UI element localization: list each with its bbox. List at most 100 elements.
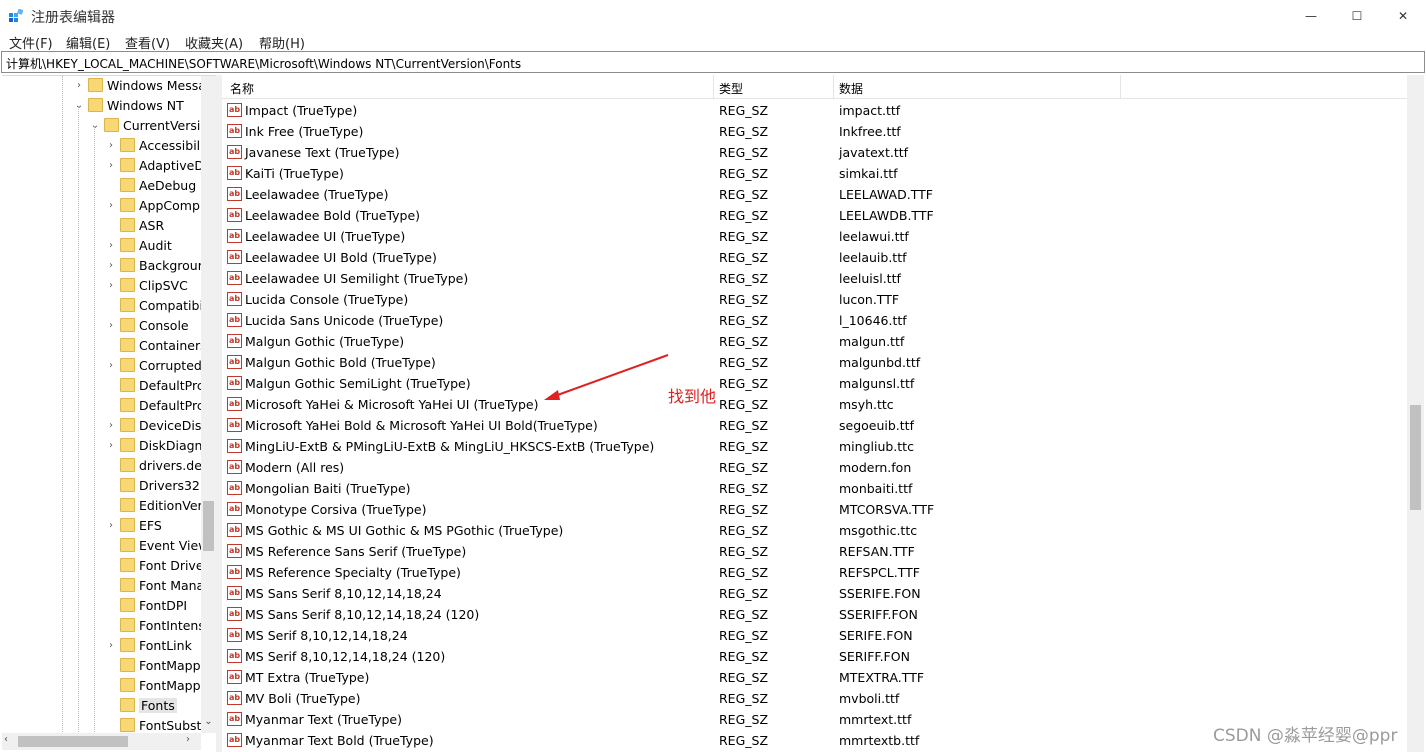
close-button[interactable]: ✕ <box>1380 0 1426 32</box>
tree-item[interactable]: › EFS <box>2 516 201 536</box>
value-row[interactable]: ab Mongolian Baiti (TrueType) REG_SZ monbai… <box>222 478 1407 499</box>
address-bar[interactable]: 计算机\HKEY_LOCAL_MACHINE\SOFTWARE\Microsof… <box>1 51 1425 73</box>
value-row[interactable]: ab MT Extra (TrueType) REG_SZ MTEXTRA.TTF <box>222 667 1407 688</box>
chevron-right-icon[interactable] <box>106 719 116 733</box>
chevron-left-icon[interactable]: ‹ <box>4 734 8 745</box>
tree-item[interactable]: › FontLink <box>2 636 201 656</box>
chevron-right-icon[interactable] <box>106 619 116 633</box>
column-type-header[interactable]: 类型 <box>719 80 743 97</box>
chevron-right-icon[interactable] <box>106 499 116 513</box>
value-row[interactable]: ab Leelawadee UI Bold (TrueType) REG_SZ lee… <box>222 247 1407 268</box>
value-row[interactable]: ab MS Sans Serif 8,10,12,14,18,24 (120) RE… <box>222 604 1407 625</box>
value-row[interactable]: ab Leelawadee Bold (TrueType) REG_SZ LEELAW… <box>222 205 1407 226</box>
chevron-right-icon[interactable]: › <box>106 359 116 373</box>
tree-item[interactable]: › Accessibili <box>2 136 204 156</box>
chevron-right-icon[interactable] <box>106 699 116 713</box>
value-row[interactable]: ab Modern (All res) REG_SZ modern.fon <box>222 457 1407 478</box>
chevron-down-icon[interactable]: ⌄ <box>90 119 100 133</box>
value-row[interactable]: ab Lucida Console (TrueType) REG_SZ lucon.T… <box>222 289 1407 310</box>
tree-item[interactable]: FontMapp <box>2 676 201 696</box>
menu-view[interactable]: 查看(V) <box>125 33 170 52</box>
chevron-down-icon[interactable]: ⌄ <box>201 716 216 733</box>
chevron-right-icon[interactable] <box>106 559 116 573</box>
column-divider[interactable] <box>833 75 834 99</box>
tree-item[interactable]: › Console <box>2 316 201 336</box>
tree-item[interactable]: FontDPI <box>2 596 201 616</box>
tree-item[interactable]: ⌄ CurrentVersio <box>2 116 208 136</box>
tree-item[interactable]: › AdaptiveD <box>2 156 204 176</box>
value-row[interactable]: ab MS Serif 8,10,12,14,18,24 (120) REG_SZ S… <box>222 646 1407 667</box>
chevron-right-icon[interactable] <box>106 379 116 393</box>
value-row[interactable]: ab MingLiU-ExtB & PMingLiU-ExtB & MingLiU… <box>222 436 1407 457</box>
chevron-down-icon[interactable]: ⌄ <box>74 99 84 113</box>
value-row[interactable]: ab Malgun Gothic SemiLight (TrueType) REG_… <box>222 373 1407 394</box>
tree-item[interactable]: Font Drive <box>2 556 204 576</box>
list-vertical-scrollbar[interactable] <box>1407 75 1424 752</box>
tree-item[interactable]: › DiskDiagn <box>2 436 202 456</box>
value-row[interactable]: ab MV Boli (TrueType) REG_SZ mvboli.ttf <box>222 688 1407 709</box>
tree-item[interactable]: drivers.de <box>2 456 202 476</box>
value-row[interactable]: ab Javanese Text (TrueType) REG_SZ javatext… <box>222 142 1407 163</box>
chevron-right-icon[interactable]: › <box>74 79 84 93</box>
chevron-right-icon[interactable] <box>106 679 116 693</box>
chevron-right-icon[interactable] <box>106 479 116 493</box>
value-row[interactable]: ab Microsoft YaHei Bold & Microsoft YaHei… <box>222 415 1407 436</box>
column-divider[interactable] <box>713 75 714 99</box>
tree-item[interactable]: EditionVer <box>2 496 203 516</box>
tree-item[interactable]: AeDebug <box>2 176 201 196</box>
value-row[interactable]: ab MS Sans Serif 8,10,12,14,18,24 REG_SZ SS… <box>222 583 1407 604</box>
maximize-button[interactable]: ☐ <box>1334 0 1380 32</box>
chevron-right-icon[interactable] <box>106 179 116 193</box>
column-data-header[interactable]: 数据 <box>839 80 863 97</box>
tree-hscroll-thumb[interactable] <box>18 736 128 747</box>
value-row[interactable]: ab Monotype Corsiva (TrueType) REG_SZ MTCOR… <box>222 499 1407 520</box>
tree-item[interactable]: › Corrupted <box>2 356 202 376</box>
tree-item[interactable]: ASR <box>2 216 201 236</box>
tree-item[interactable]: › AppComp <box>2 196 201 216</box>
value-row[interactable]: ab Leelawadee UI Semilight (TrueType) REG_… <box>222 268 1407 289</box>
chevron-right-icon[interactable] <box>106 599 116 613</box>
chevron-right-icon[interactable]: › <box>106 419 116 433</box>
tree-item[interactable]: › Backgrour <box>2 256 203 276</box>
tree-item[interactable]: Fonts <box>2 696 201 716</box>
chevron-right-icon[interactable] <box>106 659 116 673</box>
chevron-right-icon[interactable] <box>106 339 116 353</box>
chevron-right-icon[interactable]: › <box>106 319 116 333</box>
chevron-right-icon[interactable]: › <box>106 139 116 153</box>
minimize-button[interactable]: — <box>1288 0 1334 32</box>
chevron-right-icon[interactable] <box>106 539 116 553</box>
value-row[interactable]: ab MS Gothic & MS UI Gothic & MS PGothic … <box>222 520 1407 541</box>
tree-vertical-scrollbar[interactable]: ⌄ <box>201 76 216 733</box>
value-row[interactable]: ab Malgun Gothic (TrueType) REG_SZ malgun.t… <box>222 331 1407 352</box>
tree-item[interactable]: › ClipSVC <box>2 276 201 296</box>
value-row[interactable]: ab Leelawadee (TrueType) REG_SZ LEELAWAD.TT… <box>222 184 1407 205</box>
chevron-right-icon[interactable]: › <box>106 279 116 293</box>
chevron-right-icon[interactable] <box>106 579 116 593</box>
tree-item[interactable]: Containers <box>2 336 207 356</box>
tree-scroll-thumb[interactable] <box>203 501 214 551</box>
value-row[interactable]: ab Malgun Gothic Bold (TrueType) REG_SZ mal… <box>222 352 1407 373</box>
chevron-right-icon[interactable]: › <box>106 439 116 453</box>
chevron-right-icon[interactable] <box>106 219 116 233</box>
chevron-right-icon[interactable] <box>106 399 116 413</box>
chevron-right-icon[interactable]: › <box>106 159 116 173</box>
chevron-right-icon[interactable]: › <box>106 199 116 213</box>
menu-file[interactable]: 文件(F) <box>9 33 53 52</box>
menu-favorites[interactable]: 收藏夹(A) <box>185 33 243 52</box>
chevron-right-icon[interactable]: › <box>106 259 116 273</box>
menu-help[interactable]: 帮助(H) <box>259 33 305 52</box>
tree-item[interactable]: Drivers32 <box>2 476 201 496</box>
chevron-right-icon[interactable]: › <box>186 734 190 745</box>
column-divider[interactable] <box>1120 75 1121 99</box>
chevron-right-icon[interactable] <box>106 299 116 313</box>
value-row[interactable]: ab Ink Free (TrueType) REG_SZ Inkfree.ttf <box>222 121 1407 142</box>
chevron-right-icon[interactable] <box>106 459 116 473</box>
chevron-right-icon[interactable]: › <box>106 239 116 253</box>
tree-item[interactable]: › Windows Messa <box>2 76 206 96</box>
menu-edit[interactable]: 编辑(E) <box>66 33 110 52</box>
value-row[interactable]: ab Impact (TrueType) REG_SZ impact.ttf <box>222 100 1407 121</box>
tree-item[interactable]: › DeviceDisp <box>2 416 209 436</box>
value-row[interactable]: ab MS Reference Sans Serif (TrueType) REG_… <box>222 541 1407 562</box>
tree-item[interactable]: FontMapp <box>2 656 201 676</box>
tree-item[interactable]: Event View <box>2 536 208 556</box>
